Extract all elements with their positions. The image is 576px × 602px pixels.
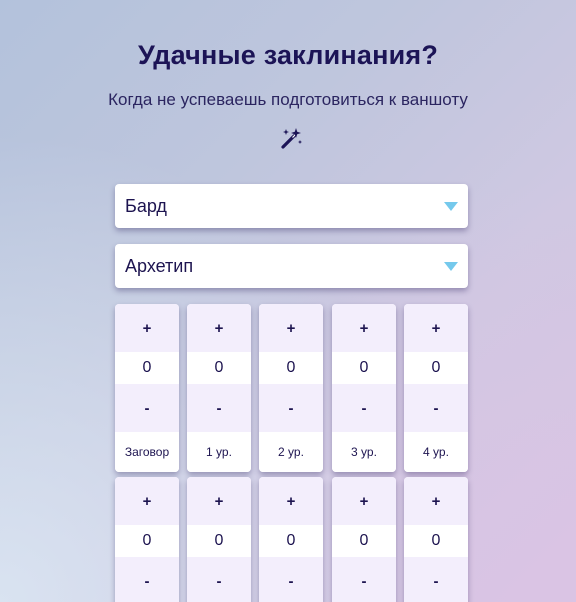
increment-button[interactable]: + [332, 477, 396, 525]
spell-counter-level-3: + 0 - 3 ур. [332, 304, 396, 472]
increment-button[interactable]: + [404, 304, 468, 352]
counter-value: 0 [115, 525, 179, 557]
decrement-button[interactable]: - [404, 384, 468, 432]
page: Удачные заклинания? Когда не успеваешь п… [0, 0, 576, 602]
counter-value: 0 [187, 352, 251, 384]
counter-value: 0 [404, 525, 468, 557]
increment-button[interactable]: + [187, 477, 251, 525]
increment-button[interactable]: + [115, 477, 179, 525]
decrement-button[interactable]: - [115, 384, 179, 432]
decrement-button[interactable]: - [259, 557, 323, 602]
decrement-button[interactable]: - [115, 557, 179, 602]
page-subtitle: Когда не успеваешь подготовиться к ваншо… [108, 90, 468, 109]
class-select-value: Бард [125, 196, 167, 216]
chevron-down-icon [444, 202, 458, 211]
decrement-button[interactable]: - [332, 557, 396, 602]
increment-button[interactable]: + [404, 477, 468, 525]
spell-counter-row2-5: + 0 - [404, 477, 468, 602]
counter-value: 0 [259, 525, 323, 557]
counter-label: 1 ур. [187, 432, 251, 472]
class-select[interactable]: Бард [115, 184, 468, 228]
counter-value: 0 [332, 525, 396, 557]
decrement-button[interactable]: - [187, 384, 251, 432]
spell-counter-row2-1: + 0 - [115, 477, 179, 602]
counter-value: 0 [187, 525, 251, 557]
spell-counter-level-1: + 0 - 1 ур. [187, 304, 251, 472]
magic-wand-icon [281, 128, 302, 149]
increment-button[interactable]: + [332, 304, 396, 352]
counter-label: Заговор [115, 432, 179, 472]
decrement-button[interactable]: - [259, 384, 323, 432]
spell-counter-row2-4: + 0 - [332, 477, 396, 602]
chevron-down-icon [444, 262, 458, 271]
decrement-button[interactable]: - [187, 557, 251, 602]
counter-label: 2 ур. [259, 432, 323, 472]
counter-label: 3 ур. [332, 432, 396, 472]
spell-counter-cantrip: + 0 - Заговор [115, 304, 179, 472]
counter-value: 0 [332, 352, 396, 384]
archetype-select[interactable]: Архетип [115, 244, 468, 288]
counter-value: 0 [115, 352, 179, 384]
decrement-button[interactable]: - [404, 557, 468, 602]
page-title: Удачные заклинания? [137, 40, 439, 70]
increment-button[interactable]: + [187, 304, 251, 352]
increment-button[interactable]: + [259, 304, 323, 352]
archetype-select-value: Архетип [125, 256, 194, 276]
increment-button[interactable]: + [259, 477, 323, 525]
increment-button[interactable]: + [115, 304, 179, 352]
counter-label: 4 ур. [404, 432, 468, 472]
spell-counter-row2-3: + 0 - [259, 477, 323, 602]
counter-value: 0 [404, 352, 468, 384]
counter-value: 0 [259, 352, 323, 384]
spell-counter-level-2: + 0 - 2 ур. [259, 304, 323, 472]
spell-counter-level-4: + 0 - 4 ур. [404, 304, 468, 472]
decrement-button[interactable]: - [332, 384, 396, 432]
spell-counter-row2-2: + 0 - [187, 477, 251, 602]
